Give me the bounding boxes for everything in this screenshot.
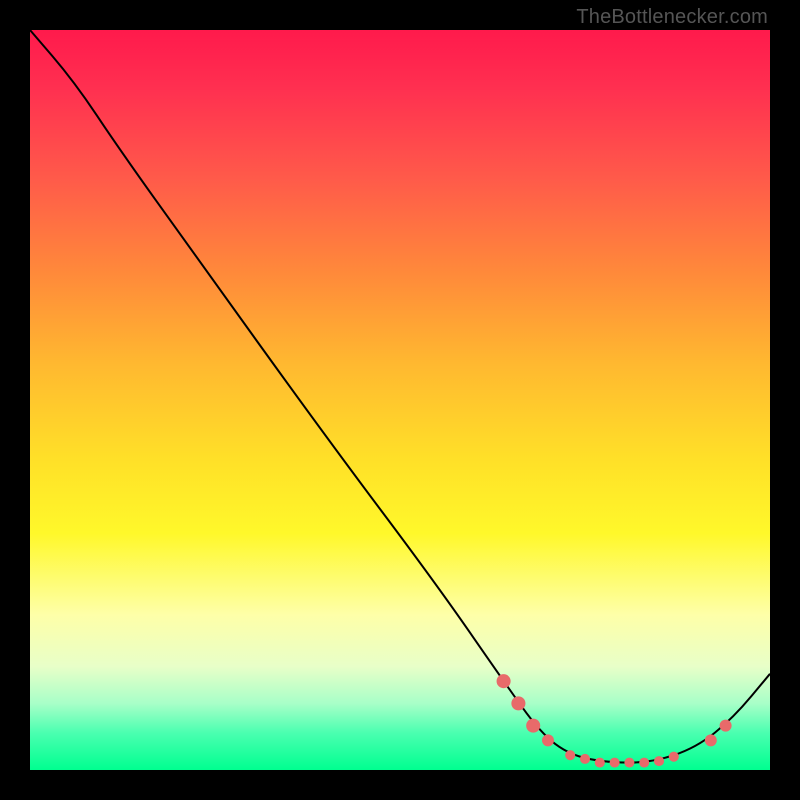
chart-container: TheBottlenecker.com: [0, 0, 800, 800]
curve-line: [30, 30, 770, 763]
plot-area: [30, 30, 770, 770]
watermark-text: TheBottlenecker.com: [576, 6, 768, 29]
curve-markers: [497, 674, 732, 767]
chart-svg: [30, 30, 770, 770]
